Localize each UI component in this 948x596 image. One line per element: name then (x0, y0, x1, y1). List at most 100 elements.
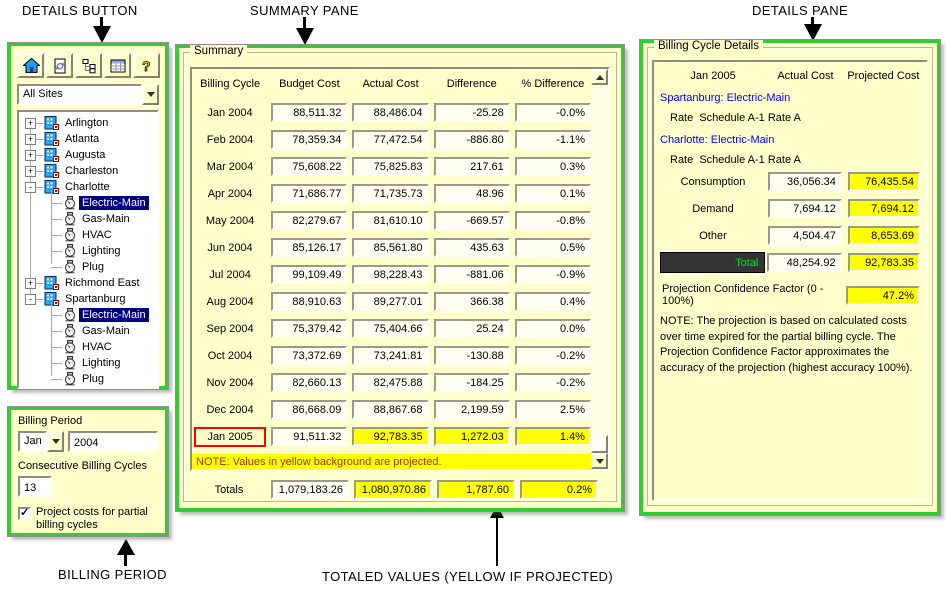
summary-value-cell: -130.88 (434, 346, 510, 365)
toolbar-button-help[interactable]: ? (133, 53, 160, 78)
billing-cycle-cell[interactable]: Oct 2004 (194, 346, 266, 366)
expand-icon[interactable]: + (25, 118, 36, 129)
tree-view-icon (81, 58, 97, 74)
summary-value-cell: 86,668.09 (271, 400, 347, 419)
summary-value-cell: 85,561.80 (352, 238, 428, 257)
collapse-icon[interactable]: - (25, 294, 36, 305)
summary-value-cell: 0.3% (515, 157, 591, 176)
tree-site-label: Atlanta (62, 132, 102, 146)
tree-meter-label: Electric-Main (79, 196, 149, 210)
scrollbar-track[interactable] (591, 85, 608, 453)
meter-icon (63, 356, 77, 370)
summary-row: Jan 200488,511.3288,486.04-25.28-0.0% (192, 99, 591, 126)
tree-site-row[interactable]: -Spartanburg (19, 291, 157, 307)
summary-value-cell: 75,608.22 (271, 157, 347, 176)
summary-value-cell: 25.24 (434, 319, 510, 338)
toolbar-button-refresh-report[interactable] (46, 53, 73, 78)
tree-connector (51, 363, 62, 364)
tree-site-row[interactable]: +Richmond East (19, 275, 157, 291)
project-costs-checkbox[interactable]: ✓ (18, 507, 31, 520)
toolbar-button-home[interactable] (17, 53, 44, 78)
billing-cycle-cell[interactable]: Nov 2004 (194, 373, 266, 393)
scroll-up-button[interactable] (591, 69, 608, 85)
tree-meter-label: HVAC (79, 228, 115, 242)
details-note: NOTE: The projection is based on calcula… (660, 314, 920, 376)
summary-scrollbar[interactable] (591, 69, 608, 469)
site-filter-combobox[interactable]: All Sites (17, 84, 159, 105)
tree-meter-row[interactable]: Lighting (19, 355, 157, 371)
site-filter-dropdown-button[interactable] (142, 84, 159, 105)
billing-cycle-cell[interactable]: May 2004 (194, 211, 266, 231)
svg-text:?: ? (142, 58, 151, 74)
tree-site-row[interactable]: - Charlotte (19, 179, 157, 195)
meter-name-link[interactable]: Spartanburg: Electric-Main (660, 92, 920, 104)
tree-meter-row[interactable]: Lighting (19, 243, 157, 259)
summary-value-cell: 92,783.35 (352, 427, 428, 446)
triangle-down-icon (596, 459, 604, 464)
scroll-down-button[interactable] (591, 453, 608, 469)
tree-meter-row[interactable]: Plug (19, 371, 157, 387)
summary-value-cell: 99,109.49 (271, 265, 347, 284)
tree-meter-row[interactable]: Electric-Main (19, 195, 157, 211)
rate-schedule-label: Rate Schedule A-1 Rate A (670, 154, 920, 166)
summary-value-cell: 71,686.77 (271, 184, 347, 203)
chevron-down-icon (52, 439, 60, 444)
summary-row: Sep 200475,379.4275,404.6625.240.0% (192, 315, 591, 342)
site-filter-value[interactable]: All Sites (17, 84, 142, 105)
cycles-field[interactable] (18, 476, 52, 497)
tree-site-row[interactable]: +Augusta (19, 147, 157, 163)
tree-meter-label: Plug (79, 260, 107, 274)
expand-icon[interactable]: + (25, 134, 36, 145)
billing-cycle-cell[interactable]: Jan 2005 (194, 427, 266, 447)
summary-value-cell: 71,735.73 (352, 184, 428, 203)
tree-site-row[interactable]: +Charleston (19, 163, 157, 179)
summary-row: Feb 200478,359.3477,472.54-886.80-1.1% (192, 126, 591, 153)
billing-cycle-cell[interactable]: Feb 2004 (194, 130, 266, 150)
toolbar: ? (11, 51, 165, 78)
billing-cycle-cell[interactable]: Jul 2004 (194, 265, 266, 285)
expand-icon[interactable]: + (25, 166, 36, 177)
toolbar-button-details-table[interactable] (104, 53, 131, 78)
scrollbar-thumb[interactable] (591, 435, 608, 453)
expand-icon[interactable]: + (25, 278, 36, 289)
billing-cycle-cell[interactable]: Sep 2004 (194, 319, 266, 339)
billing-cycle-cell[interactable]: Jun 2004 (194, 238, 266, 258)
annotation-billing-period: BILLING PERIOD (58, 567, 167, 582)
tree-site-row[interactable]: + Atlanta (19, 131, 157, 147)
year-field[interactable] (68, 431, 158, 452)
billing-cycle-cell[interactable]: Aug 2004 (194, 292, 266, 312)
arrow-stem (124, 555, 127, 566)
tree-meter-row[interactable]: Gas-Main (19, 211, 157, 227)
tree-site-label: Charlotte (62, 180, 113, 194)
month-dropdown-button[interactable] (47, 431, 64, 452)
billing-cycle-cell[interactable]: Apr 2004 (194, 184, 266, 204)
details-header-row: Jan 2005 Actual Cost Projected Cost (660, 70, 920, 82)
month-value[interactable]: Jan (18, 431, 47, 452)
meter-name-link[interactable]: Charlotte: Electric-Main (660, 134, 920, 146)
tree-connector (36, 123, 43, 124)
tree-meter-row[interactable]: Plug (19, 259, 157, 275)
meter-icon (63, 372, 77, 386)
summary-header-row: Billing Cycle Budget Cost Actual Cost Di… (192, 69, 591, 99)
meter-icon (63, 196, 77, 210)
expand-icon[interactable]: + (25, 150, 36, 161)
tree-meter-row[interactable]: HVAC (19, 227, 157, 243)
month-combobox[interactable]: Jan (18, 431, 64, 452)
tree-site-row[interactable]: +Arlington (19, 115, 157, 131)
tree-meter-row[interactable]: HVAC (19, 339, 157, 355)
billing-cycle-cell[interactable]: Mar 2004 (194, 157, 266, 177)
tree-meter-row[interactable]: Gas-Main (19, 323, 157, 339)
tree-meter-row[interactable]: Electric-Main (19, 307, 157, 323)
tree-connector (51, 219, 62, 220)
billing-cycle-cell[interactable]: Jan 2004 (194, 103, 266, 123)
details-meters: Spartanburg: Electric-Main Rate Schedule … (660, 92, 920, 166)
collapse-icon[interactable]: - (25, 182, 36, 193)
column-header: Actual Cost (766, 70, 845, 82)
arrow-up-icon (117, 539, 135, 555)
toolbar-button-tree-view[interactable] (75, 53, 102, 78)
actual-cost-cell: 7,694.12 (768, 199, 842, 218)
tree-connector (36, 283, 43, 284)
summary-value-cell: 75,825.83 (352, 157, 428, 176)
billing-period-title: Billing Period (18, 415, 158, 427)
billing-cycle-cell[interactable]: Dec 2004 (194, 400, 266, 420)
